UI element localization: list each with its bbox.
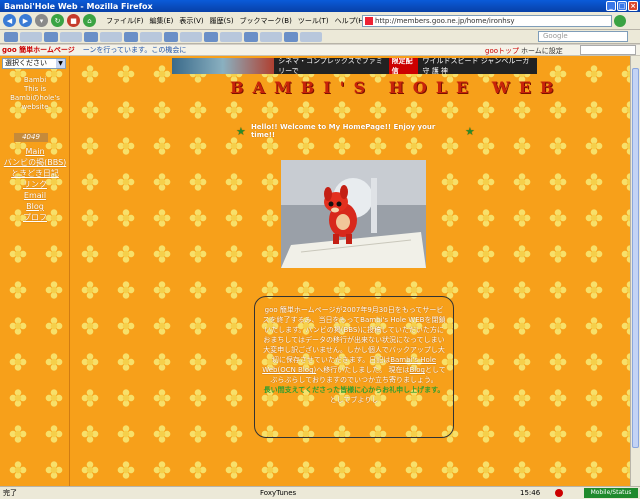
sidebar-item-diary[interactable]: ときどき日記	[0, 168, 70, 179]
page-viewport: 選択ください ▼ Bambi This is Bambiのhole's webs…	[0, 56, 630, 486]
forward-icon[interactable]: ▶	[19, 14, 32, 27]
goo-toolbar: goo 簡単ホームページ ーンを行っています。この機会に gooトップ ホームに…	[0, 45, 640, 56]
left-frame: 選択ください ▼ Bambi This is Bambiのhole's webs…	[0, 56, 70, 486]
status-time: 15:46	[520, 489, 541, 497]
bookmark-icon[interactable]	[60, 31, 82, 42]
star-icon: ★	[236, 124, 246, 138]
ad-banner[interactable]: シネマ・コンプレックスでファミリーで 限定配信 ワイルドスピード ジャンベルーガ…	[172, 58, 537, 74]
banner-badge: 限定配信	[388, 58, 419, 74]
bookmark-icon[interactable]	[124, 31, 138, 42]
status-extension[interactable]: Mobile/Status	[584, 488, 638, 498]
deer-toy-photo	[281, 160, 426, 268]
bookmark-icon[interactable]	[260, 31, 282, 42]
sidebar-item-bbs[interactable]: バンビの掲(BBS)	[0, 157, 70, 168]
goo-logo[interactable]: goo 簡単ホームページ	[2, 45, 75, 55]
home-setting-link[interactable]: ホームに設定	[521, 46, 563, 56]
menu-bar: ファイル(F) 編集(E) 表示(V) 履歴(S) ブックマーク(B) ツール(…	[106, 16, 366, 26]
status-text: 完了	[3, 489, 17, 497]
bookmark-icon[interactable]	[244, 31, 258, 42]
welcome-text: Hello!! Welcome to My HomePage!! Enjoy y…	[250, 123, 436, 139]
close-button[interactable]: ×	[628, 1, 638, 11]
site-intro: Bambi This is Bambiのhole's website	[0, 76, 70, 112]
star-icon: ★	[465, 124, 475, 138]
sidebar-item-main[interactable]: Main	[0, 146, 70, 157]
bookmark-icon[interactable]	[20, 31, 42, 42]
window-titlebar: Bambi'Hole Web - Mozilla Firefox _ □ ×	[0, 0, 640, 12]
visitor-counter: 4049	[14, 133, 48, 142]
intro-line: This is	[23, 85, 47, 93]
record-indicator-icon	[555, 489, 563, 497]
bookmark-icon[interactable]	[44, 31, 58, 42]
bookmark-icon[interactable]	[4, 31, 18, 42]
back-icon[interactable]: ◀	[3, 14, 16, 27]
history-icon[interactable]: ▾	[35, 14, 48, 27]
goo-search-input[interactable]	[580, 45, 636, 55]
banner-text: シネマ・コンプレックスでファミリーで	[278, 58, 383, 74]
bookmark-icon[interactable]	[204, 31, 218, 42]
menu-edit[interactable]: 編集(E)	[150, 16, 174, 26]
site-favicon-icon	[365, 17, 373, 25]
foxytunes-widget[interactable]: FoxyTunes	[260, 489, 296, 497]
menu-tools[interactable]: ツール(T)	[298, 16, 329, 26]
sidebar-item-email[interactable]: Email	[0, 190, 70, 201]
sidebar-nav: Main バンビの掲(BBS) ときどき日記 リンク Email Blog プロ…	[0, 146, 70, 223]
navigation-toolbar: ◀ ▶ ▾ ↻ ■ ⌂ ファイル(F) 編集(E) 表示(V) 履歴(S) ブッ…	[0, 12, 640, 30]
site-title: BAMBI'S HOLE WEB	[230, 78, 563, 97]
bookmark-icon[interactable]	[284, 31, 298, 42]
menu-history[interactable]: 履歴(S)	[210, 16, 234, 26]
goo-ticker[interactable]: ーンを行っています。この機会に	[83, 45, 187, 55]
bookmark-icon[interactable]	[100, 31, 122, 42]
maximize-button[interactable]: □	[617, 1, 627, 11]
address-url: http://members.goo.ne.jp/home/ironhsy	[375, 17, 515, 25]
page-select-value: 選択ください	[5, 59, 47, 67]
reload-icon[interactable]: ↻	[51, 14, 64, 27]
notice-thanks: 長い間支えてくださった皆様に心からお礼申し上げます。	[263, 386, 445, 394]
bookmark-icon[interactable]	[180, 31, 202, 42]
page-select[interactable]: 選択ください ▼	[2, 58, 66, 69]
sidebar-item-blog[interactable]: Blog	[0, 201, 70, 212]
vertical-scrollbar[interactable]	[630, 56, 640, 486]
home-icon[interactable]: ⌂	[83, 14, 96, 27]
goo-top-link[interactable]: gooトップ	[485, 46, 519, 56]
bookmark-icon[interactable]	[300, 31, 322, 42]
bookmark-icon[interactable]	[164, 31, 178, 42]
notice-closing: としてブよりし	[329, 396, 379, 404]
blog-short-link[interactable]: Blog	[410, 366, 425, 374]
menu-file[interactable]: ファイル(F)	[106, 16, 144, 26]
bookmark-icon[interactable]	[84, 31, 98, 42]
banner-image	[172, 58, 275, 74]
status-bar: 完了 FoxyTunes 15:46 Mobile/Status	[0, 486, 640, 499]
notice-text: へ移行いたしました。 現在は	[316, 366, 410, 374]
stop-icon[interactable]: ■	[67, 14, 80, 27]
search-input[interactable]: Google	[538, 31, 628, 42]
bookmark-icon[interactable]	[140, 31, 162, 42]
banner-promo: ワイルドスピード ジャンベルーガ 守 護 神	[422, 58, 530, 74]
welcome-line: ★ Hello!! Welcome to My HomePage!! Enjoy…	[236, 123, 476, 139]
go-icon[interactable]	[614, 15, 626, 27]
intro-line: Bambiのhole's website	[10, 94, 60, 111]
sidebar-item-profile[interactable]: プロフ	[0, 212, 70, 223]
chevron-down-icon: ▼	[56, 59, 65, 68]
main-photo	[281, 160, 426, 268]
sidebar-item-links[interactable]: リンク	[0, 179, 70, 190]
address-bar[interactable]: http://members.goo.ne.jp/home/ironhsy	[362, 15, 612, 27]
menu-view[interactable]: 表示(V)	[179, 16, 203, 26]
scrollbar-thumb[interactable]	[632, 68, 639, 448]
closing-notice: goo 簡単ホームページが2007年9月30日をもってサービスを終了するみ、当日…	[254, 296, 454, 438]
window-title: Bambi'Hole Web - Mozilla Firefox	[4, 1, 153, 11]
minimize-button[interactable]: _	[606, 1, 616, 11]
menu-bookmarks[interactable]: ブックマーク(B)	[240, 16, 292, 26]
intro-line: Bambi	[23, 76, 47, 84]
bookmark-icon[interactable]	[220, 31, 242, 42]
bookmarks-toolbar: Google	[0, 30, 640, 44]
